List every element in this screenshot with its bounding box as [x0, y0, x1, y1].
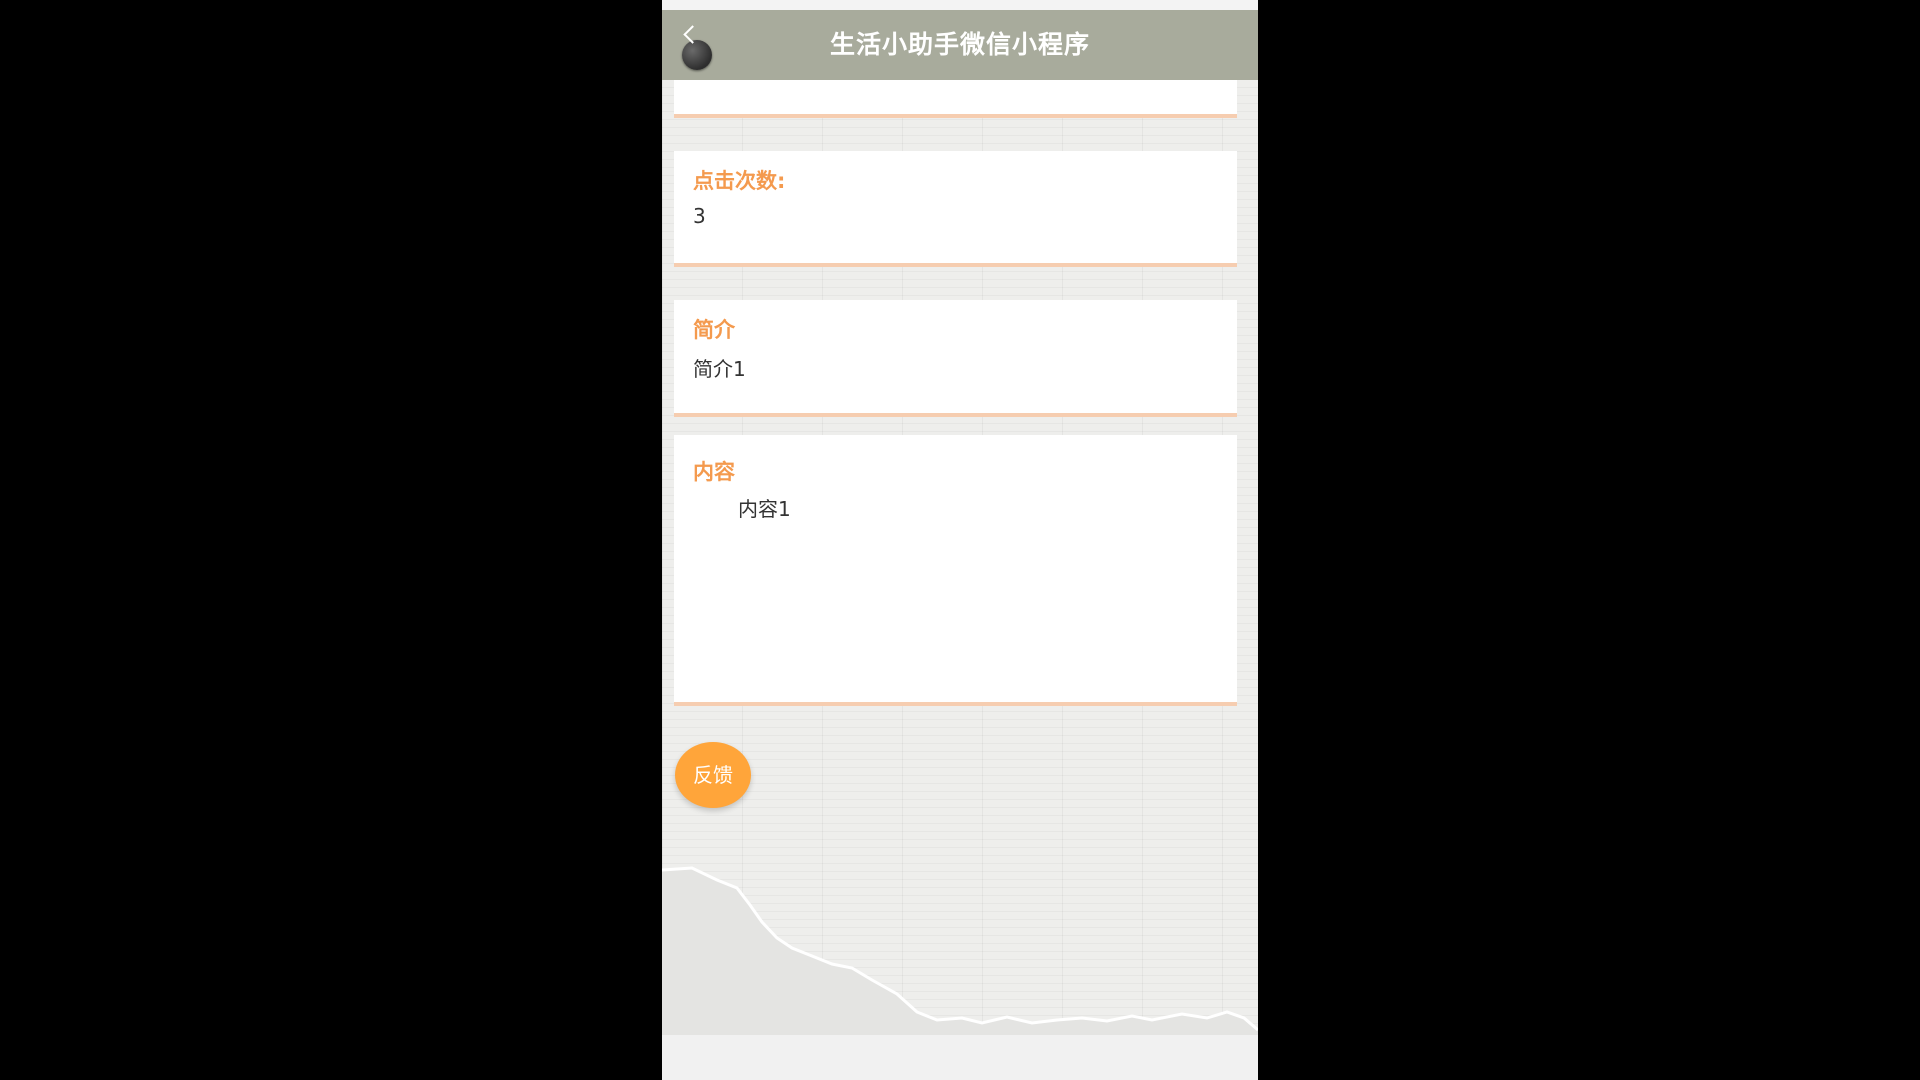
intro-label: 简介 — [693, 318, 735, 342]
navigation-bar: 生活小助手微信小程序 — [662, 10, 1258, 80]
previous-card — [674, 80, 1237, 118]
torn-paper-decoration — [662, 866, 1258, 1035]
status-strip — [662, 0, 1258, 10]
content-value: 内容1 — [738, 497, 791, 521]
back-knob-icon — [682, 40, 712, 70]
clicks-value: 3 — [693, 204, 706, 228]
intro-card: 简介 简介1 — [674, 300, 1237, 417]
clicks-card: 点击次数: 3 — [674, 151, 1237, 267]
intro-value: 简介1 — [693, 357, 746, 381]
clicks-label: 点击次数: — [693, 169, 786, 193]
phone-screen: 生活小助手微信小程序 点击次数: 3 简介 简介1 内容 内容1 反馈 — [662, 0, 1258, 1080]
bottom-strip — [662, 1035, 1258, 1080]
feedback-button[interactable]: 反馈 — [675, 742, 751, 808]
page-title: 生活小助手微信小程序 — [829, 30, 1090, 59]
content-label: 内容 — [693, 460, 735, 484]
content-card: 内容 内容1 — [674, 435, 1237, 706]
back-button[interactable] — [670, 25, 716, 72]
